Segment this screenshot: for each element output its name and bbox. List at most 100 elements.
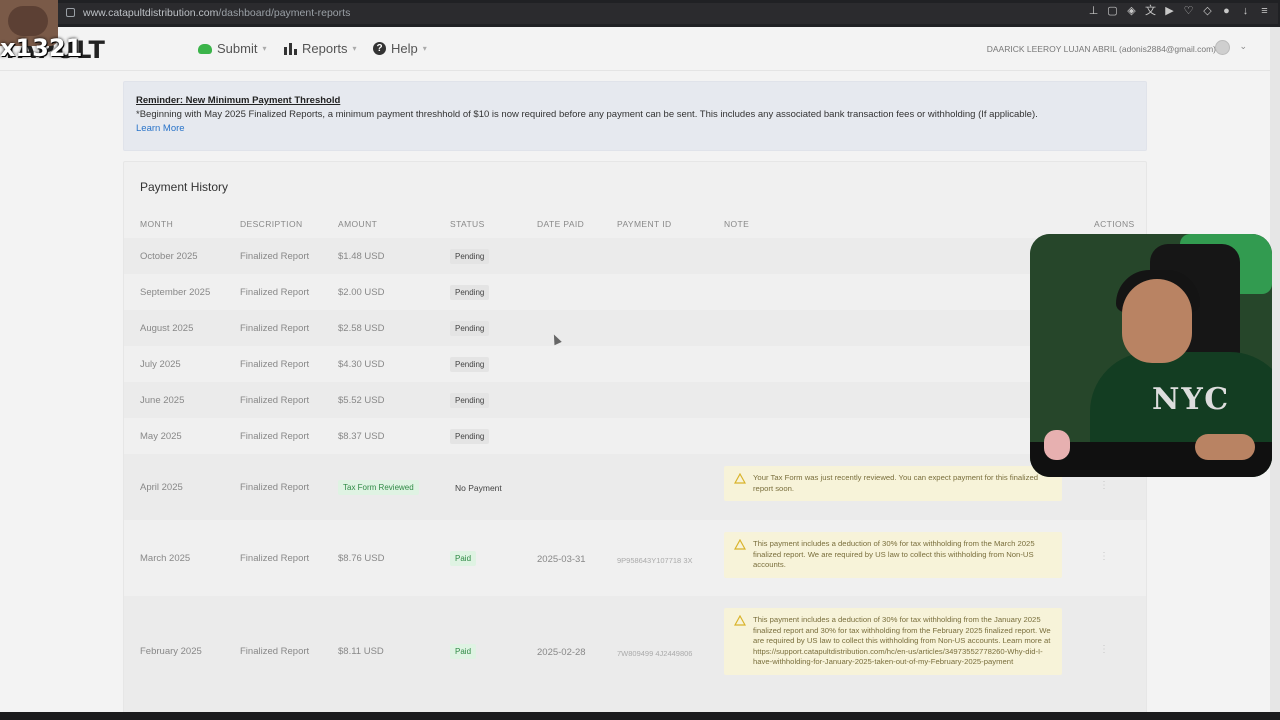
month-cell: October 2025 bbox=[140, 251, 198, 262]
top-navigation: TAPULT Submit ▾ Reports ▾ ? Help ▾ DAARI… bbox=[0, 27, 1270, 71]
table-row: July 2025 Finalized Report $4.30 USD Pen… bbox=[124, 346, 1146, 382]
table-row: February 2025 Finalized Report $8.11 USD… bbox=[124, 596, 1146, 712]
description-cell: Finalized Report bbox=[240, 323, 310, 334]
learn-more-link[interactable]: Learn More bbox=[136, 123, 185, 134]
description-cell: Finalized Report bbox=[240, 482, 310, 493]
month-cell: June 2025 bbox=[140, 395, 185, 406]
account-icon[interactable]: ● bbox=[1221, 6, 1232, 17]
row-actions-icon[interactable]: ⋮ bbox=[1099, 551, 1109, 562]
note-box: Your Tax Form was just recently reviewed… bbox=[724, 466, 1062, 501]
amount-cell: $8.37 USD bbox=[338, 431, 385, 442]
status-badge: Paid bbox=[450, 644, 477, 659]
user-name[interactable]: DAARICK LEEROY LUJAN ABRIL (adonis2884@g… bbox=[987, 44, 1216, 54]
status-text: No Payment bbox=[455, 483, 502, 493]
row-actions-icon[interactable]: ⋮ bbox=[1099, 644, 1109, 655]
cam-hand bbox=[1195, 434, 1255, 460]
warning-icon bbox=[734, 615, 746, 626]
cloud-upload-icon bbox=[198, 43, 212, 54]
translate-icon[interactable]: 文 bbox=[1145, 6, 1156, 17]
extension-icons: ⊥ ▢ ◈ 文 ▶ ♡ ◇ ● ↓ ≡ bbox=[1088, 6, 1270, 17]
menu-icon[interactable]: ≡ bbox=[1259, 6, 1270, 17]
column-header: MONTH bbox=[140, 219, 174, 229]
chevron-down-icon: ▾ bbox=[352, 44, 357, 53]
payment-history-card: Payment History MONTH DESCRIPTION AMOUNT… bbox=[123, 161, 1147, 712]
hoodie-text: NYC bbox=[1152, 382, 1231, 417]
mascot-sticker bbox=[1044, 430, 1070, 460]
pin-icon[interactable]: ⊥ bbox=[1088, 6, 1099, 17]
bottom-edge bbox=[0, 712, 1280, 720]
month-cell: February 2025 bbox=[140, 646, 202, 657]
month-cell: April 2025 bbox=[140, 482, 183, 493]
overlay-tag: x1321 bbox=[0, 34, 83, 62]
amount-cell: $4.30 USD bbox=[338, 359, 385, 370]
reminder-title: Reminder: New Minimum Payment Threshold bbox=[136, 95, 341, 106]
chevron-down-icon: ▾ bbox=[262, 44, 267, 53]
note-text: This payment includes a deduction of 30%… bbox=[753, 615, 1051, 666]
note-text: Your Tax Form was just recently reviewed… bbox=[753, 473, 1039, 493]
payment-id-cell: 9P958643Y107718 3X bbox=[617, 556, 693, 565]
warning-icon bbox=[734, 473, 746, 484]
url-text[interactable]: www.catapultdistribution.com/dashboard/p… bbox=[83, 7, 350, 19]
date-paid-cell: 2025-03-31 bbox=[537, 554, 586, 565]
column-header: DESCRIPTION bbox=[240, 219, 303, 229]
lock-icon bbox=[66, 8, 75, 17]
status-badge: Pending bbox=[450, 393, 490, 408]
heart-icon[interactable]: ♡ bbox=[1183, 6, 1194, 17]
shield-icon[interactable]: ◈ bbox=[1126, 6, 1137, 17]
help-icon: ? bbox=[373, 42, 386, 55]
column-header: DATE PAID bbox=[537, 219, 585, 229]
amount-cell: $2.58 USD bbox=[338, 323, 385, 334]
date-paid-cell: 2025-02-28 bbox=[537, 647, 586, 658]
column-header: ACTIONS bbox=[1094, 219, 1135, 229]
chevron-down-icon[interactable]: ⌄ bbox=[1239, 41, 1247, 52]
warning-icon bbox=[734, 539, 746, 550]
description-cell: Finalized Report bbox=[240, 431, 310, 442]
play-icon[interactable]: ▶ bbox=[1164, 6, 1175, 17]
table-row: April 2025 Finalized Report Tax Form Rev… bbox=[124, 454, 1146, 520]
url-path: /dashboard/payment-reports bbox=[218, 7, 351, 19]
column-header: PAYMENT ID bbox=[617, 219, 672, 229]
status-badge: Paid bbox=[450, 551, 477, 566]
amount-cell: $2.00 USD bbox=[338, 287, 385, 298]
payment-history-title: Payment History bbox=[140, 180, 229, 194]
status-badge: Pending bbox=[450, 249, 490, 264]
puzzle-icon[interactable]: ◇ bbox=[1202, 6, 1213, 17]
reminder-body: *Beginning with May 2025 Finalized Repor… bbox=[136, 109, 1038, 120]
column-header: STATUS bbox=[450, 219, 485, 229]
avatar[interactable] bbox=[1215, 40, 1230, 55]
nav-reports[interactable]: Reports ▾ bbox=[284, 41, 357, 56]
table-row: October 2025 Finalized Report $1.48 USD … bbox=[124, 238, 1146, 274]
reminder-banner: Reminder: New Minimum Payment Threshold … bbox=[123, 81, 1147, 151]
url-host: www.catapultdistribution.com bbox=[83, 7, 219, 19]
nav-reports-label: Reports bbox=[302, 41, 348, 56]
webcam-overlay: NYC bbox=[1030, 234, 1272, 477]
status-badge: Pending bbox=[450, 321, 490, 336]
month-cell: March 2025 bbox=[140, 553, 191, 564]
month-cell: May 2025 bbox=[140, 431, 182, 442]
nav-submit-label: Submit bbox=[217, 41, 258, 56]
description-cell: Finalized Report bbox=[240, 553, 310, 564]
nav-submit[interactable]: Submit ▾ bbox=[198, 41, 266, 56]
note-text: This payment includes a deduction of 30%… bbox=[753, 539, 1035, 569]
month-cell: September 2025 bbox=[140, 287, 211, 298]
bookmark-icon[interactable]: ▢ bbox=[1107, 6, 1118, 17]
download-icon[interactable]: ↓ bbox=[1240, 6, 1251, 17]
tax-form-badge: Tax Form Reviewed bbox=[338, 480, 419, 495]
payment-id-cell: 7W809499 4J2449806 bbox=[617, 649, 693, 658]
note-box: This payment includes a deduction of 30%… bbox=[724, 532, 1062, 578]
description-cell: Finalized Report bbox=[240, 251, 310, 262]
description-cell: Finalized Report bbox=[240, 646, 310, 657]
chevron-down-icon: ▾ bbox=[422, 44, 427, 53]
table-row: March 2025 Finalized Report $8.76 USD Pa… bbox=[124, 520, 1146, 596]
note-box: This payment includes a deduction of 30%… bbox=[724, 608, 1062, 675]
row-actions-icon[interactable]: ⋮ bbox=[1099, 480, 1109, 491]
description-cell: Finalized Report bbox=[240, 287, 310, 298]
amount-cell: $8.11 USD bbox=[338, 646, 384, 657]
nav-help[interactable]: ? Help ▾ bbox=[373, 41, 427, 56]
bar-chart-icon bbox=[284, 42, 297, 55]
amount-cell: $5.52 USD bbox=[338, 395, 385, 406]
description-cell: Finalized Report bbox=[240, 395, 310, 406]
browser-toolbar: www.catapultdistribution.com/dashboard/p… bbox=[0, 0, 1280, 27]
status-badge: Pending bbox=[450, 429, 490, 444]
month-cell: August 2025 bbox=[140, 323, 194, 334]
